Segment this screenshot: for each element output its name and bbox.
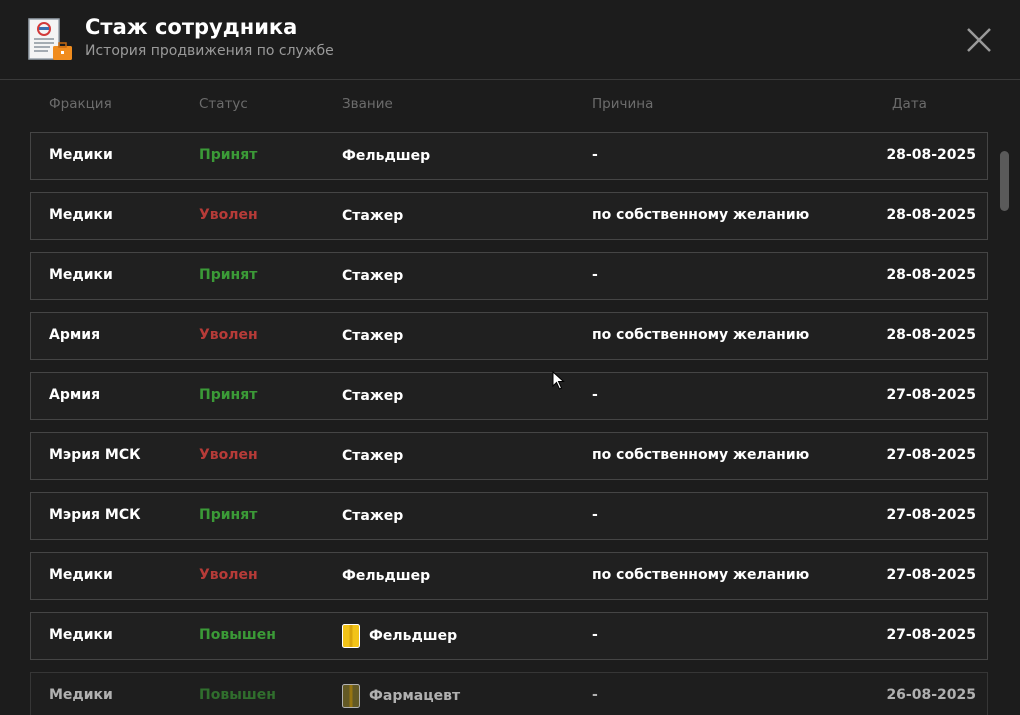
rank-label: Фармацевт <box>369 688 461 704</box>
rank-label: Фельдшер <box>342 148 431 164</box>
cell-status: Принят <box>199 147 258 163</box>
cell-reason: - <box>592 387 598 403</box>
cell-rank: Стажер <box>342 504 403 528</box>
cell-reason: - <box>592 687 598 703</box>
cell-faction: Армия <box>49 387 101 403</box>
history-list[interactable]: Медики Принят Фельдшер - 28-08-2025 Медики Уво… <box>30 132 988 715</box>
column-header-rank: Звание <box>342 96 393 112</box>
cell-rank: Стажер <box>342 324 403 348</box>
mouse-cursor-icon <box>552 371 565 390</box>
cell-status: Уволен <box>199 567 258 583</box>
cell-faction: Армия <box>49 327 101 343</box>
cell-status: Принят <box>199 267 258 283</box>
cell-faction: Мэрия МСК <box>49 507 141 523</box>
column-header-status: Статус <box>199 96 248 112</box>
close-icon[interactable] <box>964 25 994 55</box>
cell-date: 27-08-2025 <box>886 627 976 643</box>
cell-date: 28-08-2025 <box>886 147 976 163</box>
rank-label: Стажер <box>342 328 404 344</box>
cell-faction: Медики <box>49 687 113 703</box>
cell-reason: - <box>592 627 598 643</box>
window-title: Стаж сотрудника <box>85 15 298 39</box>
cell-date: 26-08-2025 <box>886 687 976 703</box>
scrollbar-thumb[interactable] <box>1000 151 1009 211</box>
cell-rank: Фармацевт <box>342 684 460 708</box>
table-row: Мэрия МСК Уволен Стажер по собственному жел… <box>30 432 988 480</box>
column-header-faction: Фракция <box>49 96 112 112</box>
rank-label: Фельдшер <box>342 568 431 584</box>
cell-faction: Медики <box>49 567 113 583</box>
document-briefcase-icon <box>28 18 72 60</box>
table-row: Мэрия МСК Принят Стажер - 27-08-2025 <box>30 492 988 540</box>
rank-label: Стажер <box>342 208 404 224</box>
table-row: Медики Принят Фельдшер - 28-08-2025 <box>30 132 988 180</box>
cell-faction: Медики <box>49 147 113 163</box>
cell-date: 27-08-2025 <box>886 507 976 523</box>
rank-label: Стажер <box>342 448 404 464</box>
cell-status: Уволен <box>199 207 258 223</box>
rank-badge-icon <box>342 684 360 708</box>
cell-date: 28-08-2025 <box>886 207 976 223</box>
cell-date: 28-08-2025 <box>886 267 976 283</box>
window-header: Стаж сотрудника История продвижения по с… <box>0 0 1020 80</box>
table-header: Фракция Статус Звание Причина Дата <box>0 96 1020 116</box>
cell-status: Повышен <box>199 627 276 643</box>
table-row: Армия Принят Стажер - 27-08-2025 <box>30 372 988 420</box>
cell-date: 28-08-2025 <box>886 327 976 343</box>
cell-reason: - <box>592 507 598 523</box>
cell-faction: Медики <box>49 267 113 283</box>
cell-rank: Фельдшер <box>342 624 457 648</box>
cell-reason: по собственному желанию <box>592 567 810 583</box>
cell-reason: - <box>592 267 598 283</box>
cell-faction: Медики <box>49 207 113 223</box>
column-header-date: Дата <box>892 96 927 112</box>
cell-status: Принят <box>199 387 258 403</box>
cell-rank: Стажер <box>342 204 403 228</box>
cell-reason: - <box>592 147 598 163</box>
table-row: Медики Повышен Фармацевт - 26-08-2025 <box>30 672 988 715</box>
cell-status: Уволен <box>199 447 258 463</box>
rank-label: Стажер <box>342 268 404 284</box>
cell-status: Принят <box>199 507 258 523</box>
cell-date: 27-08-2025 <box>886 387 976 403</box>
cell-rank: Стажер <box>342 384 403 408</box>
table-row: Медики Принят Стажер - 28-08-2025 <box>30 252 988 300</box>
rank-label: Стажер <box>342 388 404 404</box>
cell-rank: Стажер <box>342 444 403 468</box>
rank-label: Стажер <box>342 508 404 524</box>
rank-badge-icon <box>342 624 360 648</box>
cell-reason: по собственному желанию <box>592 327 810 343</box>
table-row: Медики Уволен Стажер по собственному желани… <box>30 192 988 240</box>
cell-date: 27-08-2025 <box>886 567 976 583</box>
cell-status: Уволен <box>199 327 258 343</box>
rank-label: Фельдшер <box>369 628 458 644</box>
table-row: Медики Уволен Фельдшер по собственному жела… <box>30 552 988 600</box>
cell-rank: Фельдшер <box>342 564 430 588</box>
cell-reason: по собственному желанию <box>592 207 810 223</box>
table-row: Армия Уволен Стажер по собственному желанию… <box>30 312 988 360</box>
cell-reason: по собственному желанию <box>592 447 810 463</box>
table-row: Медики Повышен Фельдшер - 27-08-2025 <box>30 612 988 660</box>
cell-faction: Мэрия МСК <box>49 447 141 463</box>
cell-status: Повышен <box>199 687 276 703</box>
cell-date: 27-08-2025 <box>886 447 976 463</box>
cell-rank: Стажер <box>342 264 403 288</box>
column-header-reason: Причина <box>592 96 654 112</box>
cell-rank: Фельдшер <box>342 144 430 168</box>
window-subtitle: История продвижения по службе <box>85 43 334 59</box>
cell-faction: Медики <box>49 627 113 643</box>
